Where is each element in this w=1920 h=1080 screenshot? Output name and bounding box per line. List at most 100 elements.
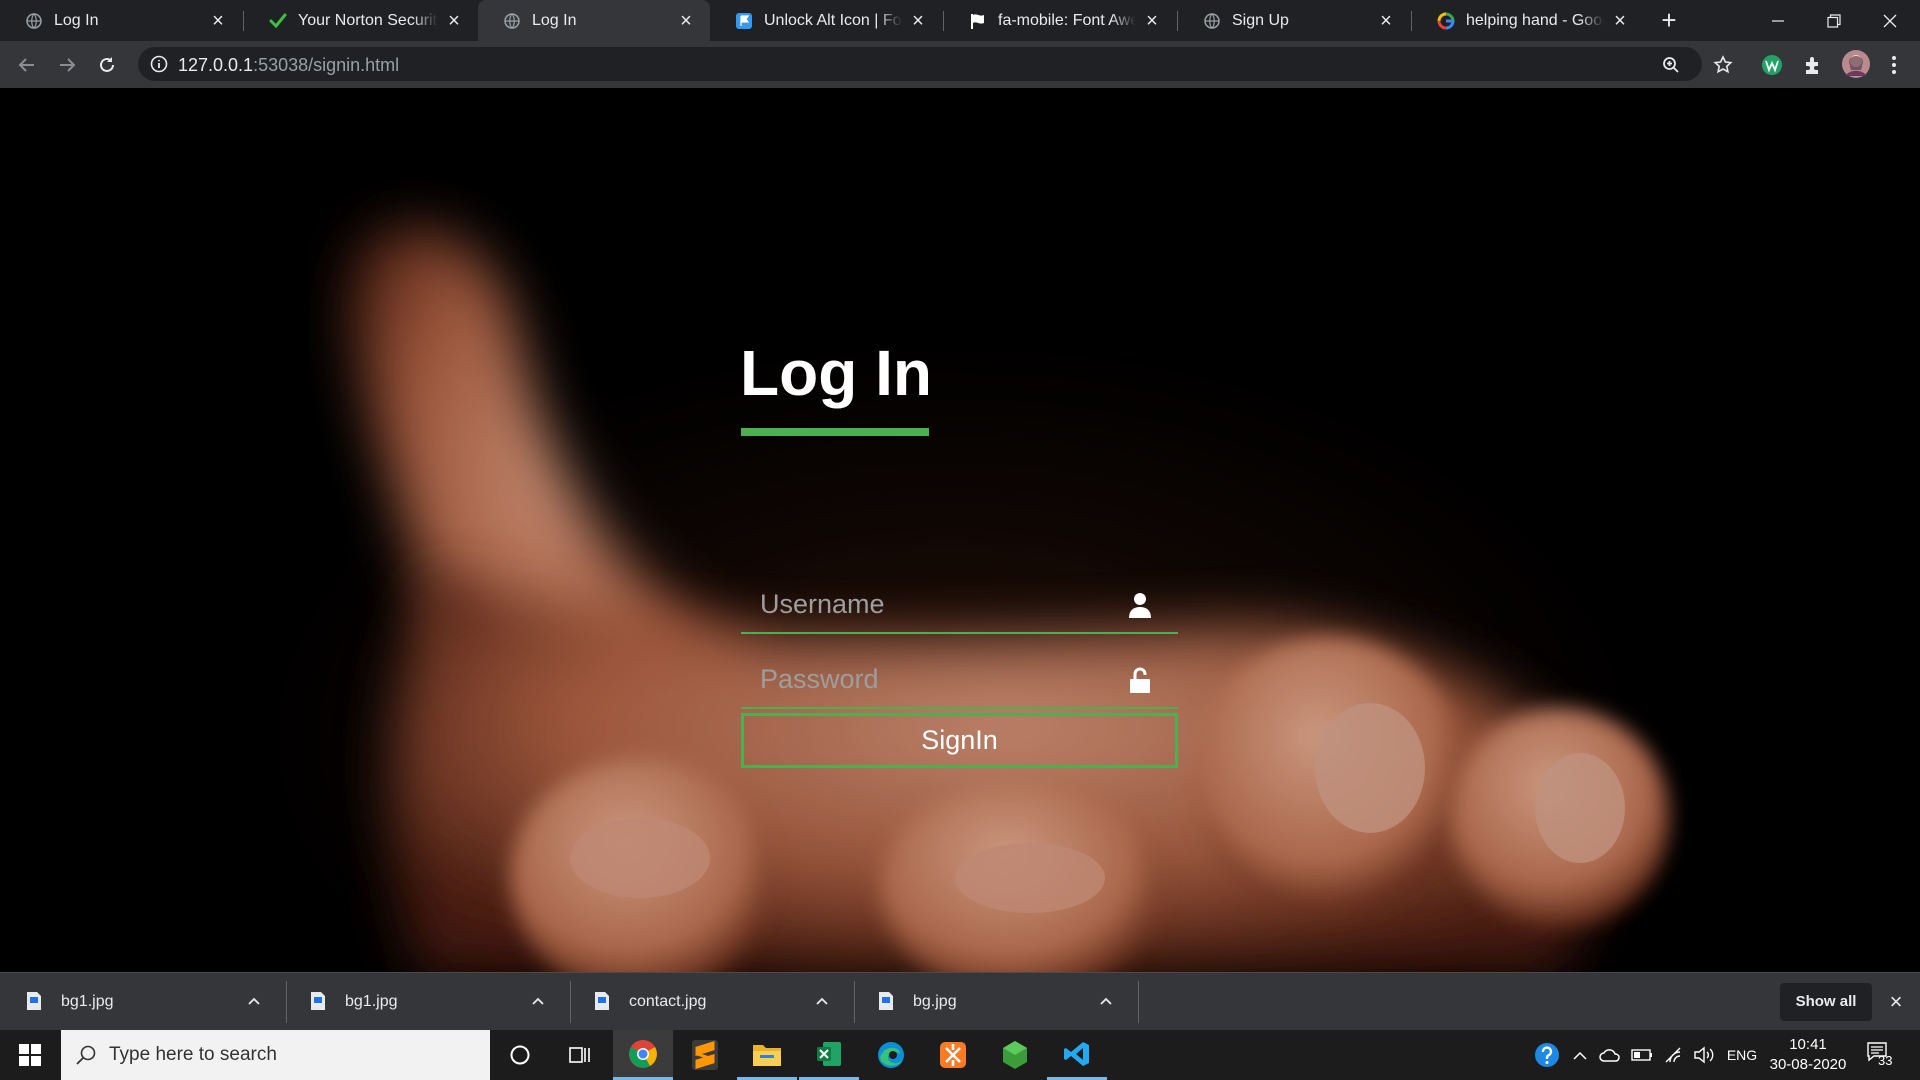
menu-dots-icon[interactable] <box>1882 53 1906 77</box>
cloud-icon <box>1599 1049 1620 1062</box>
username-field <box>741 576 1178 634</box>
username-input[interactable] <box>741 576 1121 632</box>
clock-time: 10:41 <box>1789 1036 1827 1053</box>
close-icon <box>1883 14 1897 27</box>
tab-google-search[interactable]: helping hand - Google × <box>1412 0 1644 41</box>
xampp-icon <box>940 1042 966 1068</box>
tab-login-active[interactable]: Log In × <box>478 0 710 41</box>
task-view-button[interactable] <box>550 1030 610 1080</box>
sublime-text-taskbar-app[interactable] <box>675 1030 735 1080</box>
battery-tray-icon[interactable] <box>1628 1030 1656 1080</box>
tab-norton[interactable]: Your Norton Security Li × <box>244 0 478 41</box>
tab-unlock-alt[interactable]: Unlock Alt Icon | Font A × <box>710 0 942 41</box>
new-tab-button[interactable]: + <box>1656 7 1682 34</box>
url-host: 127.0.0.1 <box>178 55 254 75</box>
wifi-icon <box>1665 1047 1681 1063</box>
globe-icon <box>503 12 521 30</box>
zoom-icon[interactable] <box>1661 55 1681 75</box>
node-taskbar-app[interactable] <box>985 1030 1045 1080</box>
chrome-taskbar-app[interactable] <box>613 1030 673 1080</box>
speaker-icon <box>1694 1046 1714 1064</box>
minimize-icon <box>1772 19 1784 22</box>
unlock-icon <box>1130 667 1150 693</box>
excel-taskbar-app[interactable] <box>799 1030 859 1080</box>
hexagon-icon <box>1003 1041 1027 1069</box>
reload-button[interactable] <box>93 51 121 79</box>
profile-avatar[interactable] <box>1841 49 1871 79</box>
close-window-button[interactable] <box>1862 0 1918 41</box>
edge-icon <box>878 1042 904 1068</box>
vscode-icon <box>1064 1041 1089 1066</box>
page-title: Log In <box>740 337 932 409</box>
page-viewport: Log In SignIn <box>0 88 1920 972</box>
close-icon[interactable]: × <box>1142 11 1162 31</box>
address-bar[interactable]: 127.0.0.1:53038/signin.html <box>138 47 1702 81</box>
file-icon <box>27 992 41 1010</box>
system-clock[interactable]: 10:41 30-08-2020 <box>1764 1035 1852 1075</box>
taskbar-search-box[interactable]: Type here to search <box>61 1030 490 1080</box>
edge-taskbar-app[interactable] <box>861 1030 921 1080</box>
minimize-button[interactable] <box>1750 0 1806 41</box>
url-text[interactable]: 127.0.0.1:53038/signin.html <box>178 55 399 75</box>
restore-button[interactable] <box>1806 0 1862 41</box>
show-hidden-icons-button[interactable] <box>1568 1030 1592 1080</box>
password-input[interactable] <box>741 651 1121 707</box>
close-icon[interactable]: × <box>1884 990 1908 1014</box>
info-icon[interactable] <box>150 55 168 73</box>
action-center-button[interactable]: 33 <box>1866 1041 1896 1071</box>
password-field <box>741 651 1178 709</box>
download-item[interactable]: bg.jpg <box>852 973 1136 1030</box>
close-icon[interactable]: × <box>908 11 928 31</box>
signin-button[interactable]: SignIn <box>741 713 1178 768</box>
arrow-right-icon <box>60 58 76 72</box>
tab-signup[interactable]: Sign Up × <box>1178 0 1410 41</box>
download-item[interactable]: contact.jpg <box>568 973 852 1030</box>
download-filename: bg.jpg <box>913 993 957 1010</box>
close-icon[interactable]: × <box>208 11 228 31</box>
onedrive-tray-icon[interactable] <box>1596 1030 1624 1080</box>
back-button[interactable] <box>13 51 41 79</box>
tab-title: Your Norton Security Li <box>298 12 438 29</box>
tab-title: Log In <box>532 12 577 29</box>
start-button[interactable] <box>0 1030 60 1080</box>
chevron-up-icon[interactable] <box>244 991 264 1011</box>
cortana-circle-icon <box>510 1045 530 1065</box>
chevron-up-icon <box>1573 1051 1587 1060</box>
show-all-button[interactable]: Show all <box>1780 983 1872 1021</box>
close-icon[interactable]: × <box>444 11 464 31</box>
file-explorer-taskbar-app[interactable] <box>737 1030 797 1080</box>
network-tray-icon[interactable] <box>1660 1030 1688 1080</box>
download-shelf: bg1.jpg bg1.jpg contact.jpg bg.jpg Show … <box>0 972 1920 1030</box>
close-icon[interactable]: × <box>1610 11 1630 31</box>
wordpress-extension-icon[interactable] <box>1760 53 1784 77</box>
tab-login-1[interactable]: Log In × <box>0 0 242 41</box>
vscode-taskbar-app[interactable] <box>1047 1030 1107 1080</box>
cortana-button[interactable] <box>490 1030 550 1080</box>
restore-icon <box>1827 13 1841 28</box>
chevron-up-icon[interactable] <box>1096 991 1116 1011</box>
chevron-up-icon[interactable] <box>812 991 832 1011</box>
forward-button[interactable] <box>53 51 81 79</box>
bookmark-star-icon[interactable] <box>1713 55 1733 75</box>
tab-title: Sign Up <box>1232 12 1289 29</box>
chevron-up-icon[interactable] <box>528 991 548 1011</box>
login-form: Log In SignIn <box>740 88 1180 972</box>
language-indicator[interactable]: ENG <box>1722 1030 1762 1080</box>
flag-icon <box>735 12 753 30</box>
close-icon[interactable]: × <box>676 11 696 31</box>
file-icon <box>595 992 609 1010</box>
download-item[interactable]: bg1.jpg <box>284 973 568 1030</box>
taskbar: Type here to search ENG 10:41 30-08-2020… <box>0 1030 1920 1080</box>
close-icon[interactable]: × <box>1376 11 1396 31</box>
volume-tray-icon[interactable] <box>1690 1030 1718 1080</box>
tab-fa-mobile[interactable]: fa-mobile: Font Aweso × <box>944 0 1176 41</box>
help-tray-icon[interactable] <box>1530 1030 1564 1080</box>
google-icon <box>1437 12 1455 30</box>
windows-icon <box>19 1044 41 1066</box>
xampp-taskbar-app[interactable] <box>923 1030 983 1080</box>
battery-icon <box>1631 1049 1652 1061</box>
search-placeholder: Type here to search <box>109 1044 277 1065</box>
download-item[interactable]: bg1.jpg <box>0 973 284 1030</box>
extensions-puzzle-icon[interactable] <box>1801 53 1825 77</box>
reload-icon <box>100 57 114 72</box>
